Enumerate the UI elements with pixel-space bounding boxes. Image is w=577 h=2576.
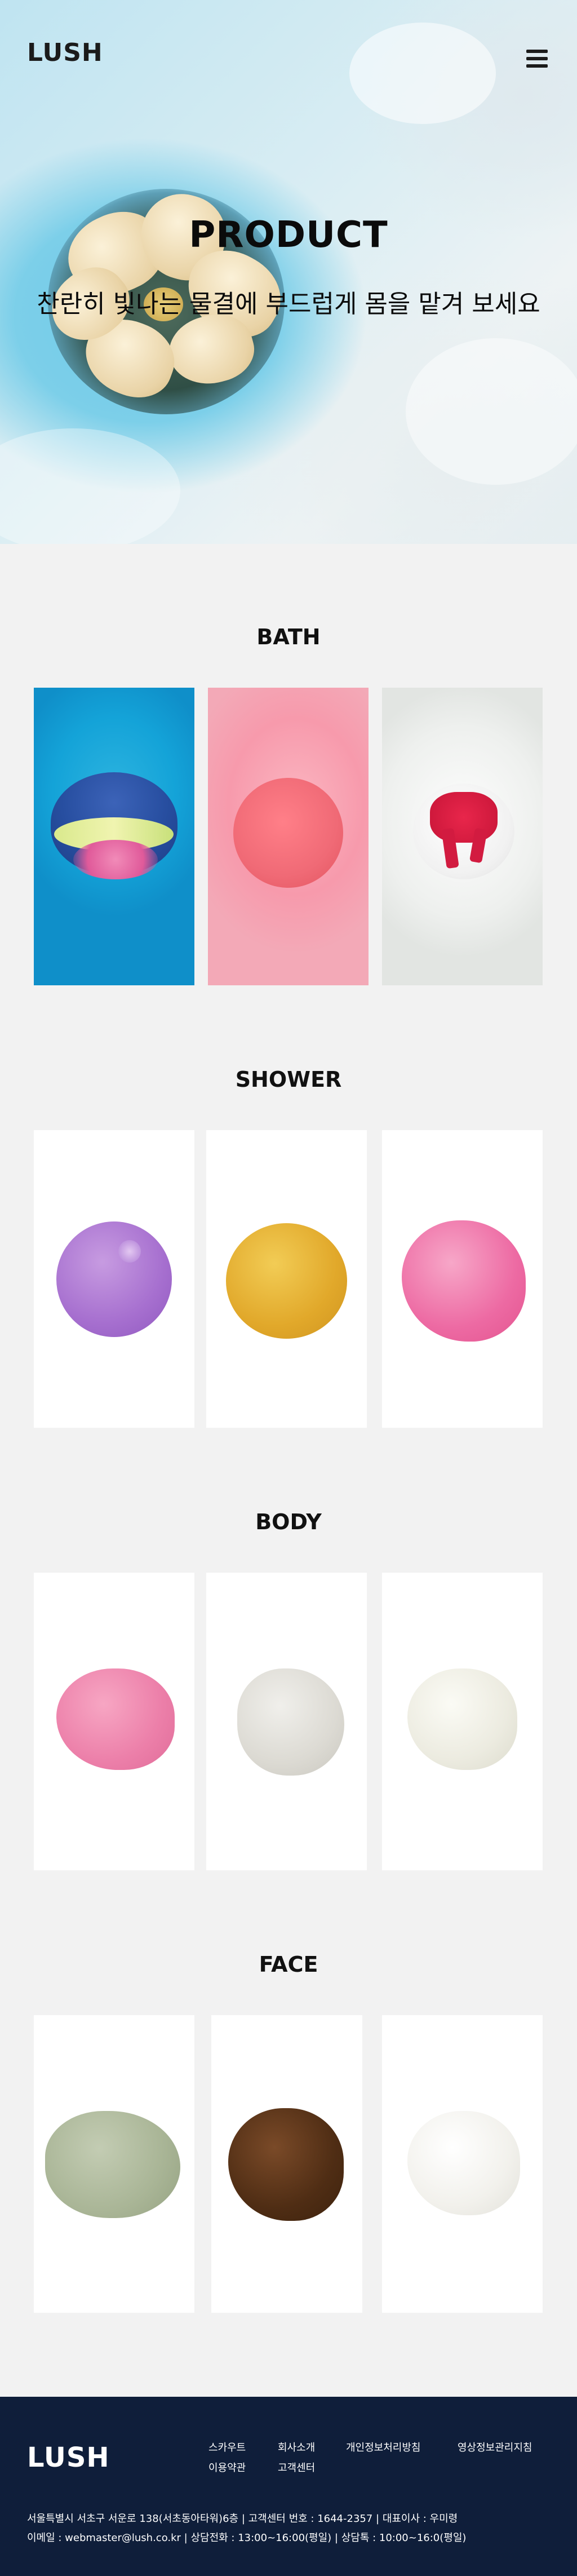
product-card-face-2[interactable]: [211, 2015, 362, 2313]
footer-logo[interactable]: LUSH: [27, 2442, 110, 2473]
page-subtitle: 찬란히 빛나는 물결에 부드럽게 몸을 맡겨 보세요: [37, 290, 540, 318]
product-card-bath-2[interactable]: [208, 688, 369, 985]
product-card-face-1[interactable]: [34, 2015, 194, 2313]
footer-link-video-policy[interactable]: 영상정보관리지침: [458, 2440, 532, 2454]
hamburger-menu-icon[interactable]: [526, 50, 548, 68]
section-title-bath: BATH: [256, 625, 321, 649]
footer-link-terms[interactable]: 이용약관: [208, 2460, 246, 2475]
footer-contact-info: 이메일 : webmaster@lush.co.kr | 상담전화 : 13:0…: [27, 2532, 467, 2544]
product-card-bath-1[interactable]: [34, 688, 194, 985]
footer-link-company[interactable]: 회사소개: [278, 2440, 315, 2454]
product-card-shower-1[interactable]: [34, 1130, 194, 1428]
footer-company-info: 서울특별시 서초구 서운로 138(서초동아타워)6층 | 고객센터 번호 : …: [27, 2513, 458, 2525]
product-card-body-2[interactable]: [206, 1573, 367, 1870]
site-footer: LUSH 스카우트 회사소개 개인정보처리방침 영상정보관리지침 이용약관 고객…: [0, 2397, 577, 2576]
footer-link-support[interactable]: 고객센터: [278, 2460, 315, 2475]
section-title-shower: SHOWER: [235, 1067, 342, 1092]
product-card-shower-2[interactable]: [206, 1130, 367, 1428]
product-card-shower-3[interactable]: [382, 1130, 543, 1428]
footer-link-privacy[interactable]: 개인정보처리방침: [346, 2440, 420, 2454]
page-title: PRODUCT: [189, 214, 388, 256]
header-logo[interactable]: LUSH: [27, 38, 103, 67]
product-card-face-3[interactable]: [382, 2015, 543, 2313]
section-title-face: FACE: [259, 1952, 318, 1977]
section-title-body: BODY: [255, 1510, 322, 1534]
hero-banner: LUSH PRODUCT 찬란히 빛나는 물결에 부드럽게 몸을 맡겨 보세요: [0, 0, 577, 544]
product-card-body-3[interactable]: [382, 1573, 543, 1870]
product-card-body-1[interactable]: [34, 1573, 194, 1870]
product-card-bath-3[interactable]: [382, 688, 543, 985]
footer-link-scout[interactable]: 스카우트: [208, 2440, 246, 2454]
